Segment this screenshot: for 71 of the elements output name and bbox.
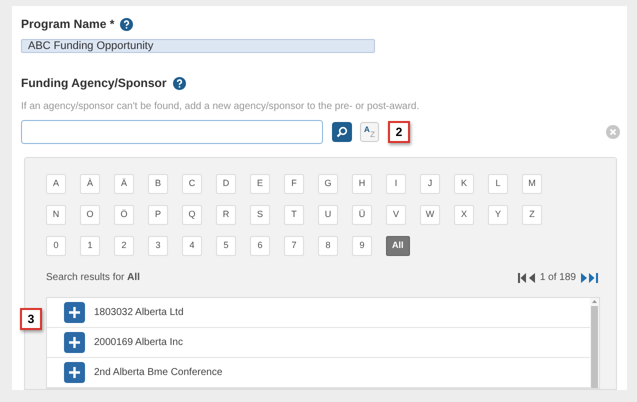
letter-button[interactable]: Ä bbox=[114, 174, 134, 194]
letter-button[interactable]: 5 bbox=[216, 236, 236, 256]
letter-button[interactable]: B bbox=[148, 174, 168, 194]
program-name-field[interactable]: ABC Funding Opportunity bbox=[21, 39, 375, 53]
letter-button[interactable]: 4 bbox=[182, 236, 202, 256]
letter-button[interactable]: V bbox=[386, 205, 406, 225]
callout-label: 3 bbox=[20, 308, 42, 330]
letter-button[interactable]: U bbox=[318, 205, 338, 225]
letter-button[interactable]: 1 bbox=[80, 236, 100, 256]
add-button[interactable] bbox=[64, 362, 85, 383]
letter-button[interactable]: Z bbox=[522, 205, 542, 225]
letter-button[interactable]: All bbox=[386, 236, 410, 256]
agency-name[interactable]: 2000169 Alberta Inc bbox=[94, 335, 183, 350]
last-page-icon[interactable] bbox=[589, 272, 598, 282]
add-button[interactable] bbox=[64, 302, 85, 323]
page-indicator: 1 of 189 bbox=[540, 271, 576, 285]
field-label: Program Name * bbox=[21, 16, 114, 33]
previous-page-icon[interactable] bbox=[528, 272, 535, 282]
letter-button[interactable]: M bbox=[522, 174, 542, 194]
letter-button[interactable]: O bbox=[80, 205, 100, 225]
letter-button[interactable]: Y bbox=[488, 205, 508, 225]
hint-text: If an agency/sponsor can't be found, add a new agency/sponsor to the pre- or post-award. bbox=[21, 100, 420, 114]
letter-button[interactable]: F bbox=[284, 174, 304, 194]
search-button[interactable] bbox=[332, 122, 352, 142]
letter-button[interactable]: 3 bbox=[148, 236, 168, 256]
letter-button[interactable]: E bbox=[250, 174, 270, 194]
letter-button[interactable]: 9 bbox=[352, 236, 372, 256]
letter-button[interactable]: I bbox=[386, 174, 406, 194]
plus-icon bbox=[69, 337, 80, 348]
letter-button[interactable]: L bbox=[488, 174, 508, 194]
letter-button[interactable]: C bbox=[182, 174, 202, 194]
agency-name[interactable]: 1803032 Alberta Ltd bbox=[94, 305, 184, 320]
letter-button[interactable]: T bbox=[284, 205, 304, 225]
callout-label: 2 bbox=[388, 121, 410, 143]
add-button[interactable] bbox=[64, 332, 85, 353]
letter-button[interactable]: 2 bbox=[114, 236, 134, 256]
results-summary: Search results for All bbox=[46, 271, 140, 285]
first-page-icon[interactable] bbox=[518, 272, 527, 282]
search-icon bbox=[336, 126, 348, 138]
scrollbar-thumb[interactable] bbox=[591, 306, 598, 388]
letter-button[interactable]: 0 bbox=[46, 236, 66, 256]
next-page-icon[interactable] bbox=[581, 272, 587, 282]
letter-button[interactable]: G bbox=[318, 174, 338, 194]
letter-button[interactable]: K bbox=[454, 174, 474, 194]
letter-button[interactable]: J bbox=[420, 174, 440, 194]
scroll-up-icon[interactable] bbox=[592, 300, 597, 303]
letter-button[interactable]: Q bbox=[182, 205, 202, 225]
letter-button[interactable]: R bbox=[216, 205, 236, 225]
letter-button[interactable]: D bbox=[216, 174, 236, 194]
agency-name[interactable]: 2nd Alberta Bme Conference bbox=[94, 365, 222, 380]
scrollbar[interactable] bbox=[590, 298, 599, 388]
letter-button[interactable]: 7 bbox=[284, 236, 304, 256]
letter-button[interactable]: X bbox=[454, 205, 474, 225]
letter-button[interactable]: 8 bbox=[318, 236, 338, 256]
plus-icon bbox=[69, 307, 80, 318]
field-label: Funding Agency/Sponsor bbox=[21, 75, 167, 92]
help-icon[interactable] bbox=[172, 76, 186, 90]
letter-button[interactable]: 6 bbox=[250, 236, 270, 256]
letter-button[interactable]: P bbox=[148, 205, 168, 225]
letter-button[interactable]: A bbox=[46, 174, 66, 194]
sort-button[interactable]: AZ bbox=[360, 122, 379, 142]
plus-icon bbox=[69, 367, 80, 378]
search-field[interactable] bbox=[21, 120, 323, 144]
help-icon[interactable] bbox=[120, 18, 134, 30]
letter-button[interactable]: S bbox=[250, 205, 270, 225]
letter-button[interactable]: À bbox=[80, 174, 100, 194]
letter-button[interactable]: N bbox=[46, 205, 66, 225]
letter-button[interactable]: Ü bbox=[352, 205, 372, 225]
letter-button[interactable]: Ö bbox=[114, 205, 134, 225]
letter-button[interactable]: W bbox=[420, 205, 440, 225]
letter-button[interactable]: H bbox=[352, 174, 372, 194]
